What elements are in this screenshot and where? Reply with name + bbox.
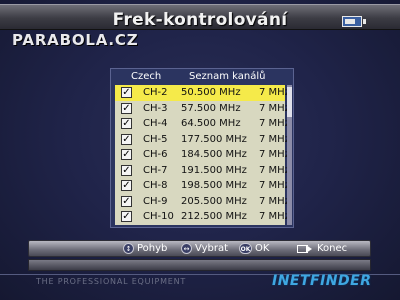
channel-name: CH-10 <box>143 211 174 222</box>
channel-frequency: 64.500 MHz <box>181 118 241 129</box>
exit-icon <box>297 244 313 253</box>
list-header: Czech Seznam kanálů <box>111 69 295 85</box>
channel-row[interactable]: ✓ CH-4 64.500 MHz 7 MHz <box>115 116 290 132</box>
brand-logo: INETFINDER <box>272 273 372 289</box>
checkbox[interactable]: ✓ <box>121 133 132 145</box>
channel-row[interactable]: ✓ CH-10 212.500 MHz 7 MHz <box>115 209 290 225</box>
screen: Frek-kontrolování PARABOLA.CZ Czech Sezn… <box>0 0 400 300</box>
channel-frequency: 184.500 MHz <box>181 149 247 160</box>
channel-row[interactable]: ✓ CH-8 198.500 MHz 7 MHz <box>115 178 290 194</box>
channel-row[interactable]: ✓ CH-5 177.500 MHz 7 MHz <box>115 132 290 148</box>
left-right-arrows-icon: ↔ <box>181 243 192 254</box>
channel-frequency: 205.500 MHz <box>181 195 247 207</box>
checkbox[interactable]: ✓ <box>121 118 132 129</box>
channel-bandwidth: 7 MHz <box>259 180 290 191</box>
channel-frequency: 212.500 MHz <box>181 211 247 222</box>
channel-frequency: 198.500 MHz <box>181 180 247 191</box>
channel-name: CH-7 <box>143 164 168 176</box>
hint-exit-label: Konec <box>317 243 348 254</box>
checkbox[interactable]: ✓ <box>121 195 132 207</box>
channel-row[interactable]: ✓ CH-2 50.500 MHz 7 MHz <box>115 85 290 101</box>
hint-exit: Konec <box>297 243 347 254</box>
battery-icon <box>342 16 366 27</box>
key-hint-bar: ↕ Pohyb ↔ Vybrat OK OK Konec <box>28 240 371 257</box>
channel-frequency: 57.500 MHz <box>181 102 241 114</box>
channel-bandwidth: 7 MHz <box>259 211 290 222</box>
channel-name: CH-9 <box>143 195 168 207</box>
channel-list-column-header: Seznam kanálů <box>189 71 266 82</box>
channel-list[interactable]: ✓ CH-2 50.500 MHz 7 MHz ✓ CH-3 57.500 MHz 7 MHz… <box>115 85 290 225</box>
title-bar: Frek-kontrolování <box>0 4 400 30</box>
checkbox[interactable]: ✓ <box>121 211 132 222</box>
watermark: PARABOLA.CZ <box>12 31 139 49</box>
info-strip <box>28 259 371 271</box>
channel-name: CH-6 <box>143 149 168 160</box>
channel-bandwidth: 7 MHz <box>259 87 290 98</box>
channel-bandwidth: 7 MHz <box>259 133 290 145</box>
hint-move-label: Pohyb <box>137 243 168 254</box>
channel-frequency: 177.500 MHz <box>181 133 247 145</box>
region-column-header: Czech <box>131 71 162 82</box>
channel-name: CH-2 <box>143 87 168 98</box>
channel-list-panel: Czech Seznam kanálů ✓ CH-2 50.500 MHz 7 MHz… <box>110 68 294 228</box>
hint-ok: OK OK <box>239 243 269 254</box>
channel-row[interactable]: ✓ CH-6 184.500 MHz 7 MHz <box>115 147 290 163</box>
channel-bandwidth: 7 MHz <box>259 164 290 176</box>
up-down-arrows-icon: ↕ <box>123 243 134 254</box>
hint-ok-label: OK <box>255 243 270 254</box>
checkbox[interactable]: ✓ <box>121 164 132 176</box>
hint-select: ↔ Vybrat <box>181 243 228 254</box>
checkbox[interactable]: ✓ <box>121 149 132 160</box>
scrollbar-thumb[interactable] <box>287 87 292 117</box>
channel-bandwidth: 7 MHz <box>259 195 290 207</box>
ok-key-icon: OK <box>239 243 252 254</box>
hint-select-label: Vybrat <box>195 243 228 254</box>
channel-frequency: 50.500 MHz <box>181 87 241 98</box>
checkbox[interactable]: ✓ <box>121 87 132 98</box>
channel-bandwidth: 7 MHz <box>259 149 290 160</box>
channel-name: CH-5 <box>143 133 168 145</box>
channel-name: CH-3 <box>143 102 168 114</box>
page-title: Frek-kontrolování <box>112 10 288 30</box>
tagline: THE PROFESSIONAL EQUIPMENT <box>36 277 187 286</box>
channel-name: CH-4 <box>143 118 168 129</box>
channel-bandwidth: 7 MHz <box>259 118 290 129</box>
checkbox[interactable]: ✓ <box>121 180 132 191</box>
channel-frequency: 191.500 MHz <box>181 164 247 176</box>
channel-name: CH-8 <box>143 180 168 191</box>
channel-row[interactable]: ✓ CH-9 205.500 MHz 7 MHz <box>115 194 290 210</box>
channel-row[interactable]: ✓ CH-7 191.500 MHz 7 MHz <box>115 163 290 179</box>
list-scrollbar[interactable] <box>287 85 292 225</box>
channel-row[interactable]: ✓ CH-3 57.500 MHz 7 MHz <box>115 101 290 117</box>
checkbox[interactable]: ✓ <box>121 102 132 114</box>
hint-move: ↕ Pohyb <box>123 243 167 254</box>
channel-bandwidth: 7 MHz <box>259 102 290 114</box>
